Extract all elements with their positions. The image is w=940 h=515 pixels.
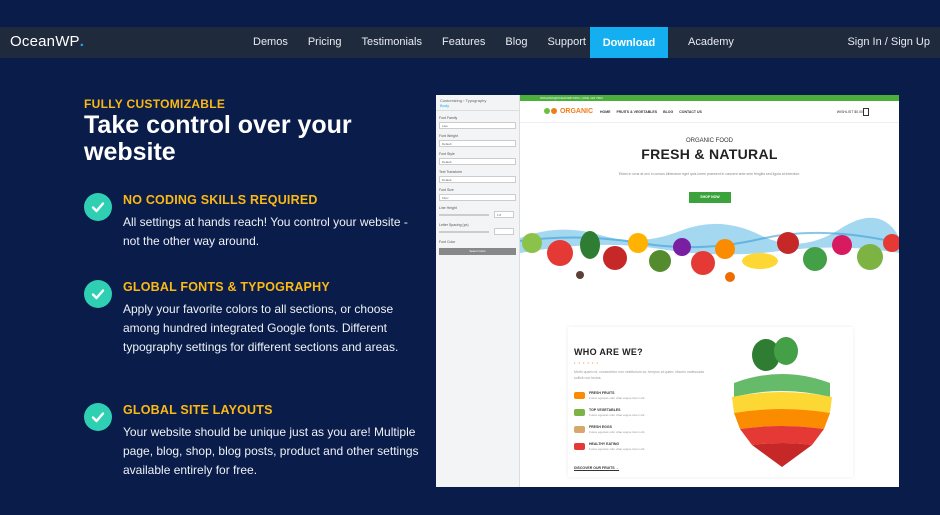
fruit-splash-image bbox=[520, 217, 899, 282]
field-label: Line Height bbox=[439, 206, 457, 210]
who-item-title: TOP VEGETABLES bbox=[589, 408, 621, 412]
site-menu-blog[interactable]: BLOG bbox=[663, 110, 673, 114]
who-dots: • • • • • • bbox=[574, 360, 599, 365]
letter-spacing-slider[interactable] bbox=[439, 231, 489, 233]
nav-pricing[interactable]: Pricing bbox=[298, 27, 352, 58]
egg-basket-icon bbox=[574, 426, 585, 433]
check-icon bbox=[84, 403, 112, 431]
who-desc: Morbi quam mi, consectetur non vestibulu… bbox=[574, 370, 704, 380]
feature-title: GLOBAL SITE LAYOUTS bbox=[123, 403, 273, 417]
sign-in-link[interactable]: Sign In / Sign Up bbox=[847, 27, 930, 58]
nav-menu: Demos Pricing Testimonials Features Blog… bbox=[243, 27, 596, 58]
apple-icon bbox=[544, 108, 550, 115]
customizer-panel: Customizing › Typography Body Font Famil… bbox=[436, 95, 520, 487]
feature-text: Apply your favorite colors to all sectio… bbox=[123, 302, 399, 354]
font-weight-select[interactable]: Default bbox=[439, 140, 516, 147]
field-label: Font Weight bbox=[439, 134, 458, 138]
section-eyebrow: FULLY CUSTOMIZABLE bbox=[84, 97, 226, 111]
nav-testimonials[interactable]: Testimonials bbox=[351, 27, 432, 58]
letter-spacing-input[interactable] bbox=[494, 228, 514, 235]
feature-text: All settings at hands reach! You control… bbox=[123, 215, 408, 248]
who-are-we-card: WHO ARE WE? • • • • • • Morbi quam mi, c… bbox=[568, 327, 853, 477]
customizer-line-height: Line Height 1.8 bbox=[439, 206, 516, 218]
nav-blog[interactable]: Blog bbox=[495, 27, 537, 58]
feature-title: NO CODING SKILLS REQUIRED bbox=[123, 193, 318, 207]
feature-title: GLOBAL FONTS & TYPOGRAPHY bbox=[123, 280, 330, 294]
fruit-heart-image bbox=[732, 337, 832, 467]
field-label: Font Style bbox=[439, 152, 455, 156]
nav-support[interactable]: Support bbox=[537, 27, 596, 58]
check-icon bbox=[84, 280, 112, 308]
who-title: WHO ARE WE? bbox=[574, 347, 643, 357]
bag-icon[interactable] bbox=[863, 108, 869, 116]
site-shop-now-button[interactable]: SHOP NOW bbox=[689, 192, 731, 203]
who-item-title: FRESH FRUITS bbox=[589, 391, 615, 395]
field-label: Font Family bbox=[439, 116, 458, 120]
text-transform-select[interactable]: Default bbox=[439, 176, 516, 183]
customizer-font-style: Font Style Default bbox=[439, 152, 516, 165]
field-label: Font Color bbox=[439, 240, 456, 244]
customizer-font-color: Font Color bbox=[439, 240, 516, 244]
site-menu-contact[interactable]: CONTACT US bbox=[679, 110, 702, 114]
site-header: ORGANIC HOME FRUITS & VEGETABLES BLOG CO… bbox=[520, 101, 899, 123]
check-icon bbox=[84, 193, 112, 221]
site-menu: HOME FRUITS & VEGETABLES BLOG CONTACT US bbox=[600, 110, 702, 114]
field-label: Letter Spacing (px) bbox=[439, 223, 469, 227]
site-hero-title: FRESH & NATURAL bbox=[641, 146, 778, 162]
fruit-basket-icon bbox=[574, 392, 585, 399]
top-spacer bbox=[0, 0, 940, 27]
customizer-header: Customizing › Typography Body bbox=[436, 95, 519, 111]
customizer-letter-spacing: Letter Spacing (px) bbox=[439, 223, 516, 235]
customizer-font-size: Font Size 15px bbox=[439, 188, 516, 201]
customizer-preview-screenshot: Customizing › Typography Body Font Famil… bbox=[436, 95, 899, 487]
field-label: Font Size bbox=[439, 188, 454, 192]
customizer-sub: Body bbox=[440, 103, 450, 108]
site-hero-desc: Etiam in urna at orci in cursus bibendum… bbox=[618, 172, 801, 176]
field-label: Text Transform bbox=[439, 170, 463, 174]
vegetable-basket-icon bbox=[574, 409, 585, 416]
feature-text: Your website should be unique just as yo… bbox=[123, 425, 419, 477]
oceanwp-logo[interactable]: OceanWP. bbox=[10, 33, 84, 50]
nav-academy[interactable]: Academy bbox=[688, 27, 734, 58]
line-height-slider[interactable] bbox=[439, 214, 489, 216]
line-height-input[interactable]: 1.8 bbox=[494, 211, 514, 218]
healthy-basket-icon bbox=[574, 443, 585, 450]
who-item-text: Fusce egestas odio vitae augue lorem eli… bbox=[589, 413, 646, 417]
who-item-text: Fusce egestas odio vitae augue lorem eli… bbox=[589, 430, 646, 434]
download-button[interactable]: Download bbox=[590, 27, 668, 58]
customizer-font-weight: Font Weight Default bbox=[439, 134, 516, 147]
logo-text: OceanWP bbox=[10, 33, 80, 50]
who-item-title: FRESH EGGS bbox=[589, 425, 612, 429]
main-navbar: OceanWP. Demos Pricing Testimonials Feat… bbox=[0, 27, 940, 58]
logo-dot: . bbox=[79, 33, 85, 50]
font-family-select[interactable]: Lato bbox=[439, 122, 516, 129]
customizer-text-transform: Text Transform Default bbox=[439, 170, 516, 183]
font-style-select[interactable]: Default bbox=[439, 158, 516, 165]
site-logo-text: ORGANIC bbox=[559, 108, 594, 115]
site-preview: ORGANIC@OCEANWP.ORG | (001) 123 7364 ORG… bbox=[520, 95, 899, 487]
site-hero-sub: ORGANIC FOOD bbox=[685, 138, 733, 144]
who-item-text: Fusce egestas odio vitae augue lorem eli… bbox=[589, 396, 646, 400]
site-cart[interactable]: WISHLIST $0.00 bbox=[837, 110, 863, 114]
who-item-title: HEALTHY EATING bbox=[589, 442, 620, 446]
customizer-font-family: Font Family Lato bbox=[439, 116, 516, 129]
site-menu-home[interactable]: HOME bbox=[600, 110, 611, 114]
who-item-text: Fusce egestas odio vitae augue lorem eli… bbox=[589, 447, 646, 451]
site-menu-fruits[interactable]: FRUITS & VEGETABLES bbox=[617, 110, 658, 114]
orange-icon bbox=[551, 108, 557, 115]
select-color-button[interactable]: Select Color bbox=[439, 248, 516, 255]
nav-demos[interactable]: Demos bbox=[243, 27, 298, 58]
site-logo[interactable]: ORGANIC bbox=[544, 108, 593, 115]
section-headline: Take control over your website bbox=[84, 111, 352, 166]
font-size-input[interactable]: 15px bbox=[439, 194, 516, 201]
nav-features[interactable]: Features bbox=[432, 27, 495, 58]
discover-fruits-link[interactable]: DISCOVER OUR FRUITS → bbox=[574, 466, 619, 470]
